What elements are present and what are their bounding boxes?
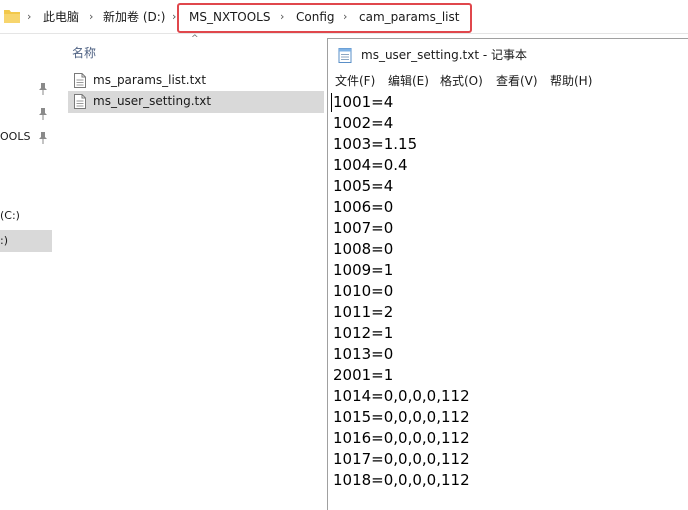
text-line: 1017=0,0,0,0,112 xyxy=(333,450,470,468)
breadcrumb-separator: › xyxy=(172,10,177,23)
text-line: 1001=4 xyxy=(333,93,394,111)
text-line: 1007=0 xyxy=(333,219,394,237)
text-line: 1008=0 xyxy=(333,240,394,258)
text-file-icon xyxy=(74,94,86,109)
menu-view[interactable]: 查看(V) xyxy=(496,73,538,89)
address-bar[interactable]: › 此电脑 › 新加卷 (D:) › MS_NXTOOLS › Config ›… xyxy=(0,0,688,34)
text-line: 1015=0,0,0,0,112 xyxy=(333,408,470,426)
text-line: 1016=0,0,0,0,112 xyxy=(333,429,470,447)
menu-file[interactable]: 文件(F) xyxy=(335,73,375,89)
navigation-pane: OOLS (C:) :) xyxy=(0,34,52,510)
pin-icon[interactable] xyxy=(38,132,48,144)
breadcrumb-this-pc[interactable]: 此电脑 xyxy=(43,9,79,25)
text-line: 1004=0.4 xyxy=(333,156,408,174)
file-row[interactable]: ms_params_list.txt xyxy=(68,70,324,92)
breadcrumb-drive-d[interactable]: 新加卷 (D:) xyxy=(103,9,165,25)
file-row-selected[interactable]: ms_user_setting.txt xyxy=(68,91,324,113)
sort-arrow-icon: ^ xyxy=(191,34,199,44)
column-header-name[interactable]: 名称 xyxy=(72,44,96,61)
text-line: 1003=1.15 xyxy=(333,135,418,153)
pin-icon[interactable] xyxy=(38,83,48,95)
window-title: ms_user_setting.txt - 记事本 xyxy=(361,48,528,62)
file-name: ms_params_list.txt xyxy=(93,73,207,87)
notepad-title-bar[interactable]: ms_user_setting.txt - 记事本 xyxy=(328,39,688,71)
notepad-window: ms_user_setting.txt - 记事本 文件(F) 编辑(E) 格式… xyxy=(327,38,688,510)
breadcrumb-separator: › xyxy=(27,10,32,23)
breadcrumb-separator: › xyxy=(89,10,94,23)
text-line: 1014=0,0,0,0,112 xyxy=(333,387,470,405)
highlight-annotation xyxy=(177,3,472,33)
notepad-icon xyxy=(338,48,352,63)
text-line: 1006=0 xyxy=(333,198,394,216)
text-line: 1010=0 xyxy=(333,282,394,300)
pin-icon[interactable] xyxy=(38,108,48,120)
text-line: 1002=4 xyxy=(333,114,394,132)
menu-edit[interactable]: 编辑(E) xyxy=(388,73,429,89)
nav-item-drive-c[interactable]: (C:) xyxy=(0,209,20,223)
text-line: 1011=2 xyxy=(333,303,394,321)
text-line: 1012=1 xyxy=(333,324,394,342)
file-list: ^ 名称 ms_params_list.txt ms_user_setting.… xyxy=(52,34,328,510)
menu-format[interactable]: 格式(O) xyxy=(440,73,483,89)
text-line: 1005=4 xyxy=(333,177,394,195)
menu-help[interactable]: 帮助(H) xyxy=(550,73,592,89)
text-line: 1009=1 xyxy=(333,261,394,279)
text-editor[interactable]: 1001=4 1002=4 1003=1.15 1004=0.4 1005=4 1006=… xyxy=(328,91,688,510)
text-line: 2001=1 xyxy=(333,366,394,384)
menu-bar: 文件(F) 编辑(E) 格式(O) 查看(V) 帮助(H) xyxy=(328,71,688,91)
text-line: 1018=0,0,0,0,112 xyxy=(333,471,470,489)
nav-item-quick-access-folder[interactable]: OOLS xyxy=(0,130,30,144)
text-file-icon xyxy=(74,73,86,88)
nav-item-drive-d[interactable]: :) xyxy=(0,230,52,252)
folder-icon xyxy=(4,10,20,23)
file-name: ms_user_setting.txt xyxy=(93,94,212,108)
text-caret xyxy=(331,93,332,112)
nav-item-label: :) xyxy=(0,234,8,247)
text-line: 1013=0 xyxy=(333,345,394,363)
